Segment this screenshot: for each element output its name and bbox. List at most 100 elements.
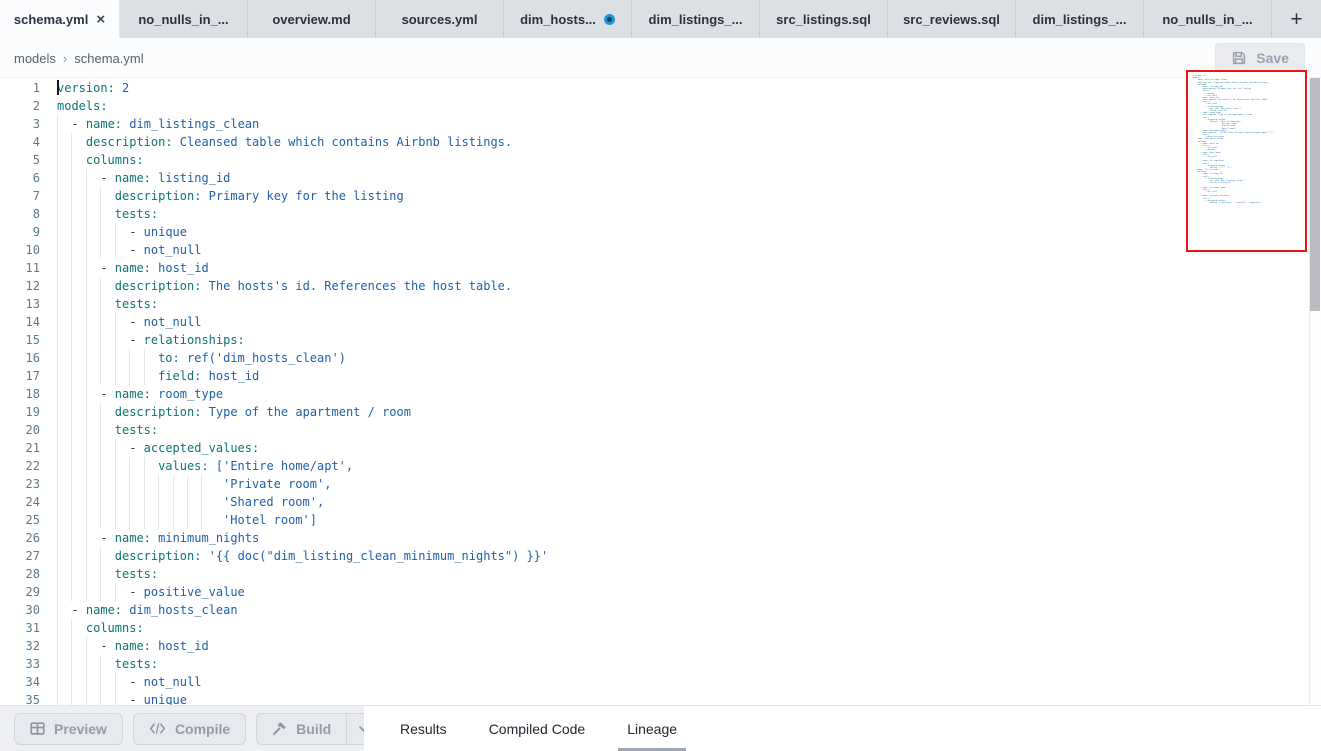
line-number: 19 [0,403,40,421]
tab-label: schema.yml [14,12,88,27]
code-text: - not_null [57,241,201,259]
code-text: description: '{{ doc("dim_listing_clean_… [57,547,548,565]
line-number: 25 [0,511,40,529]
tab-label: no_nulls_in_... [138,12,228,27]
line-number: 22 [0,457,40,475]
code-line: 34- not_null [0,673,1309,691]
breadcrumb-item[interactable]: schema.yml [74,51,143,66]
code-text: values: ['positive', 'neutral', 'negativ… [1193,202,1262,204]
line-number: 27 [0,547,40,565]
toolbar: models›schema.yml Save [0,38,1321,78]
code-line: 16to: ref('dim_hosts_clean') [0,349,1309,367]
code-line: 20tests: [0,421,1309,439]
editor-tab[interactable]: overview.md [248,0,376,38]
code-text: columns: [57,151,144,169]
table-icon [30,721,45,736]
button-label: Preview [54,721,107,737]
tab-label: sources.yml [402,12,478,27]
line-number: 24 [0,493,40,511]
editor-tab[interactable]: dim_hosts... [504,0,632,38]
panel-tab-lineage[interactable]: Lineage [627,706,677,751]
code-text: models: [57,97,108,115]
button-label: Compile [175,721,230,737]
line-number: 8 [0,205,40,223]
editor-tab[interactable]: src_reviews.sql [888,0,1016,38]
line-number: 7 [0,187,40,205]
code-text: - unique [57,691,187,705]
code-line: 4description: Cleansed table which conta… [0,133,1309,151]
line-number: 1 [0,79,40,97]
line-number: 14 [0,313,40,331]
code-line: 31columns: [0,619,1309,637]
tab-label: src_reviews.sql [903,12,1000,27]
breadcrumb-item[interactable]: models [14,51,56,66]
code-line: 13tests: [0,295,1309,313]
editor-tab[interactable]: sources.yml [376,0,504,38]
panel-tab-results[interactable]: Results [400,706,447,751]
code-icon [149,722,166,735]
code-text: description: Cleansed table which contai… [57,133,512,151]
code-line: 14- not_null [0,313,1309,331]
line-number: 17 [0,367,40,385]
scrollbar-thumb[interactable] [1310,78,1320,311]
hammer-icon [272,721,287,736]
code-line: 17 field: host_id [0,367,1309,385]
editor-tab[interactable]: dim_listings_... [1016,0,1144,38]
line-number: 11 [0,259,40,277]
code-line: 23 'Private room', [0,475,1309,493]
editor-tab[interactable]: dim_listings_... [632,0,760,38]
code-text: tests: [57,655,158,673]
new-tab-button[interactable]: + [1272,0,1321,38]
code-text: - name: dim_listings_clean [57,115,259,133]
code-line: 30- name: dim_hosts_clean [0,601,1309,619]
build-button[interactable]: Build [256,713,346,745]
editor-tab[interactable]: no_nulls_in_... [120,0,248,38]
code-text: tests: [57,421,158,439]
code-text: - name: host_id [57,259,209,277]
editor-tab[interactable]: no_nulls_in_... [1144,0,1272,38]
line-number: 9 [0,223,40,241]
code-text: - name: minimum_nights [57,529,259,547]
close-icon[interactable]: × [96,12,105,27]
panel-tabs: Results Compiled Code Lineage [364,706,1321,751]
save-button[interactable]: Save [1215,43,1305,73]
line-number: 10 [0,241,40,259]
code-text: field: host_id [57,367,259,385]
preview-button[interactable]: Preview [14,713,123,745]
line-number: 5 [0,151,40,169]
code-line: 22values: ['Entire home/apt', [0,457,1309,475]
code-line: 10 - not_null [0,241,1309,259]
compile-button[interactable]: Compile [133,713,246,745]
code-line: 2models: [0,97,1309,115]
code-text: - not_null [57,673,201,691]
code-text: - not_null [1193,156,1217,158]
tab-label: dim_hosts... [520,12,596,27]
line-number: 18 [0,385,40,403]
code-text: tests: [57,205,158,223]
code-text: 'Shared room', [57,493,324,511]
code-text: description: Primary key for the listing [57,187,404,205]
scrollbar-track[interactable] [1309,78,1321,705]
code-line: 11 - name: host_id [0,259,1309,277]
line-number: 35 [0,691,40,705]
code-line: 7 description: Primary key for the listin… [0,187,1309,205]
tab-bar: schema.yml × no_nulls_in_... overview.md sou… [0,0,1321,38]
code-text: - name: listing_id [57,169,230,187]
code-line: 12description: The hosts's id. Reference… [0,277,1309,295]
editor-tab[interactable]: src_listings.sql [760,0,888,38]
tab-label: overview.md [272,12,350,27]
line-number: 13 [0,295,40,313]
editor-tab[interactable]: schema.yml × [0,0,120,38]
minimap-viewport[interactable]: version: 2models:- name: dim_listings_cl… [1186,70,1307,252]
code-text: - name: host_id [57,637,209,655]
code-editor[interactable]: 1version: 22models:3- name: dim_listings… [0,78,1309,705]
code-text: to: ref('dim_hosts_clean') [57,349,346,367]
panel-tab-compiled-code[interactable]: Compiled Code [489,706,586,751]
code-text: field: listing_id [1193,182,1230,184]
breadcrumb: models›schema.yml [14,38,144,78]
code-text: - name: dim_hosts_clean [57,601,238,619]
line-number: 32 [0,637,40,655]
save-icon [1231,50,1247,66]
code-text: 'Private room', [57,475,331,493]
line-number: 31 [0,619,40,637]
